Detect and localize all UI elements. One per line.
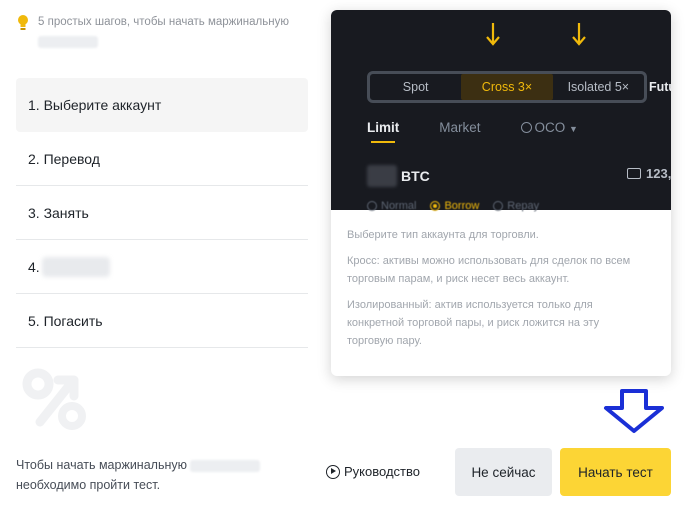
tab-cross[interactable]: Cross 3× [461, 74, 553, 100]
redacted-text [190, 459, 261, 472]
step-transfer[interactable]: 2. Перевод [16, 132, 308, 186]
guide-label: Руководство [344, 464, 420, 479]
preview-description: Выберите тип аккаунта для торговли. Крос… [347, 226, 647, 358]
trading-preview: Spot Cross 3× Isolated 5× Futu Limit Mar… [331, 10, 671, 212]
asset-row: BTC 123,456,7 [367, 164, 671, 188]
lightbulb-icon [18, 15, 28, 30]
info-icon [520, 122, 532, 133]
preview-card: Spot Cross 3× Isolated 5× Futu Limit Mar… [331, 10, 671, 376]
redacted-icon [367, 165, 397, 187]
tip-text: 5 простых шагов, чтобы начать маржинальн… [38, 16, 289, 28]
order-type-tabs: Limit Market OCO ▼ [367, 120, 618, 143]
balance-value: 123,456,7 [646, 166, 671, 181]
account-type-switch: Spot Cross 3× Isolated 5× [367, 71, 647, 103]
footer-line-1: Чтобы начать маржинальную [16, 458, 187, 472]
start-test-button[interactable]: Начать тест [560, 448, 671, 496]
description-paragraph: Изолированный: актив используется только… [347, 299, 600, 347]
annotation-arrow-icon [604, 389, 664, 433]
step-select-account[interactable]: 1. Выберите аккаунт [16, 78, 308, 132]
wallet-icon [627, 168, 641, 179]
caret-down-icon: ▼ [569, 124, 578, 134]
tip-banner: 5 простых шагов, чтобы начать маржинальн… [16, 14, 318, 53]
radio-dot [367, 201, 377, 211]
redacted-text [38, 36, 98, 48]
description-paragraph: Кросс: активы можно использовать для сде… [347, 255, 631, 285]
radio-label: Normal [381, 200, 417, 212]
footer-line-2: необходимо пройти тест. [16, 478, 161, 492]
arrow-down-icon [572, 23, 586, 46]
play-icon [326, 464, 340, 479]
radio-label: Repay [507, 200, 540, 212]
steps-list: 1. Выберите аккаунт 2. Перевод 3. Занять… [16, 78, 308, 348]
arrow-down-icon [486, 23, 500, 46]
step-label: 5. Погасить [28, 312, 103, 329]
asset-label: BTC [401, 168, 430, 184]
tab-spot[interactable]: Spot [370, 74, 461, 100]
oco-label: OCO [534, 120, 566, 135]
step-label: 1. Выберите аккаунт [28, 96, 162, 113]
step-borrow[interactable]: 3. Занять [16, 186, 308, 240]
tab-market[interactable]: Market [439, 120, 480, 135]
step-label: 3. Занять [28, 204, 89, 221]
footer-text: Чтобы начать маржинальную необходимо про… [16, 455, 306, 495]
radio-borrow[interactable]: Borrow [430, 200, 479, 212]
tab-limit[interactable]: Limit [367, 120, 399, 143]
balance: 123,456,7 [627, 166, 671, 181]
description-paragraph: Выберите тип аккаунта для торговли. [347, 229, 539, 241]
step-label: 2. Перевод [28, 150, 100, 167]
step-four[interactable]: 4. [16, 240, 308, 294]
guide-link[interactable]: Руководство [326, 464, 420, 479]
radio-repay[interactable]: Repay [493, 200, 539, 212]
percent-icon [22, 368, 86, 430]
redacted-text [41, 256, 110, 277]
radio-dot [493, 201, 504, 211]
radio-normal[interactable]: Normal [367, 200, 416, 212]
tab-isolated[interactable]: Isolated 5× [553, 74, 644, 100]
tab-futures[interactable]: Futu [649, 80, 671, 94]
radio-label: Borrow [444, 200, 480, 212]
not-now-button[interactable]: Не сейчас [455, 448, 552, 496]
mode-radios: Normal Borrow Repay [367, 200, 539, 212]
step-repay[interactable]: 5. Погасить [16, 294, 308, 348]
radio-dot [430, 201, 441, 211]
tab-oco[interactable]: OCO ▼ [520, 120, 578, 135]
step-label: 4. [28, 258, 40, 275]
